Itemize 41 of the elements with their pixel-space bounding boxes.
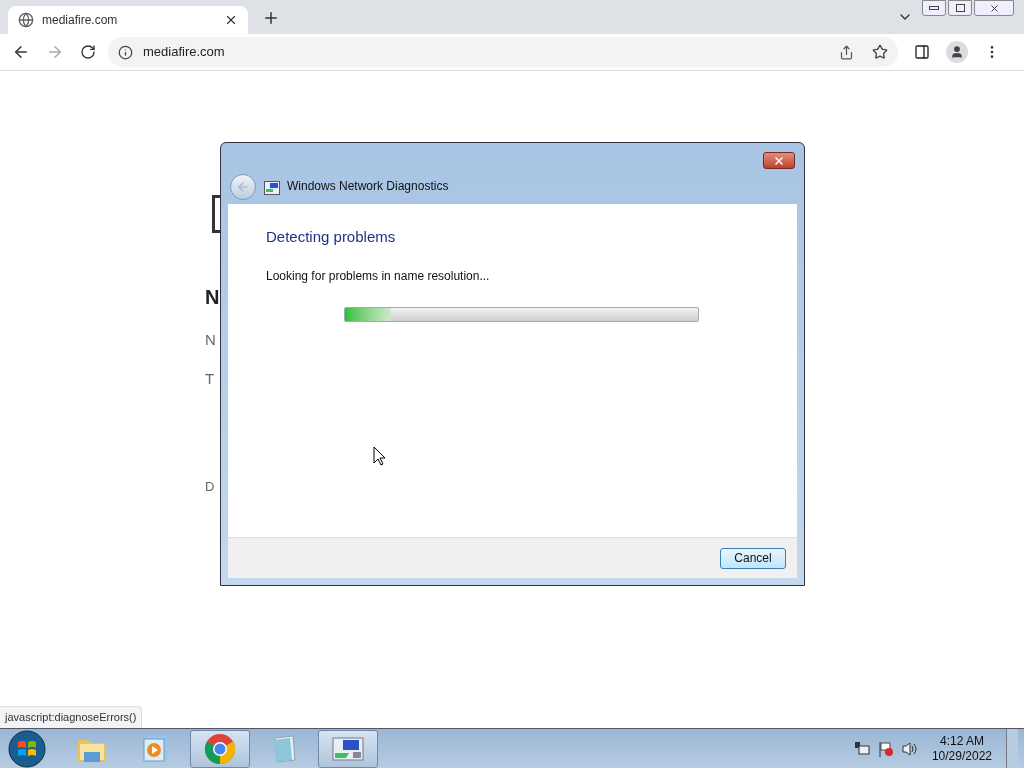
close-icon — [988, 2, 1000, 14]
page-text: N — [205, 330, 216, 350]
reload-icon[interactable] — [80, 44, 96, 60]
chrome-icon — [204, 732, 236, 765]
browser-tab[interactable]: mediafire.com — [8, 6, 248, 34]
side-panel-icon[interactable] — [914, 44, 930, 60]
dialog-heading: Detecting problems — [266, 227, 396, 247]
close-icon[interactable] — [224, 13, 238, 27]
page-text: T — [205, 369, 215, 389]
show-desktop-button[interactable] — [1006, 729, 1018, 768]
back-icon[interactable] — [12, 43, 30, 61]
clock-time: 4:12 AM — [939, 733, 984, 749]
share-icon[interactable] — [839, 44, 854, 60]
window-title: Windows Network Diagnostics — [287, 178, 449, 195]
network-diagnostics-icon — [264, 181, 280, 195]
page-text: D — [205, 479, 215, 495]
dialog-close-button[interactable] — [763, 152, 795, 169]
start-button[interactable] — [8, 729, 46, 768]
new-tab-icon[interactable] — [262, 9, 280, 27]
network-diagnostics-icon — [331, 734, 365, 763]
bookmark-star-icon[interactable] — [872, 44, 888, 60]
address-bar[interactable]: mediafire.com — [108, 37, 898, 67]
info-icon[interactable] — [118, 44, 133, 60]
minimize-button[interactable] — [922, 0, 946, 16]
taskbar-button[interactable] — [190, 729, 250, 768]
page-text: N — [205, 285, 220, 310]
address-text: mediafire.com — [143, 43, 226, 62]
status-text: Looking for problems in name resolution... — [266, 267, 490, 285]
clock[interactable]: 4:12 AM 10/29/2022 — [931, 733, 992, 764]
tab-title: mediafire.com — [42, 12, 119, 29]
flag-error-icon[interactable] — [877, 740, 894, 757]
close-icon — [773, 154, 785, 167]
taskbar-button[interactable] — [318, 729, 378, 768]
profile-avatar[interactable] — [946, 41, 968, 63]
cancel-button[interactable]: Cancel — [720, 547, 786, 569]
clock-date: 10/29/2022 — [931, 748, 992, 764]
globe-icon — [18, 12, 34, 28]
speaker-icon[interactable] — [901, 740, 918, 757]
mouse-cursor-icon — [373, 445, 386, 466]
network-tray-icon[interactable] — [853, 740, 870, 757]
restore-button[interactable] — [948, 0, 972, 16]
